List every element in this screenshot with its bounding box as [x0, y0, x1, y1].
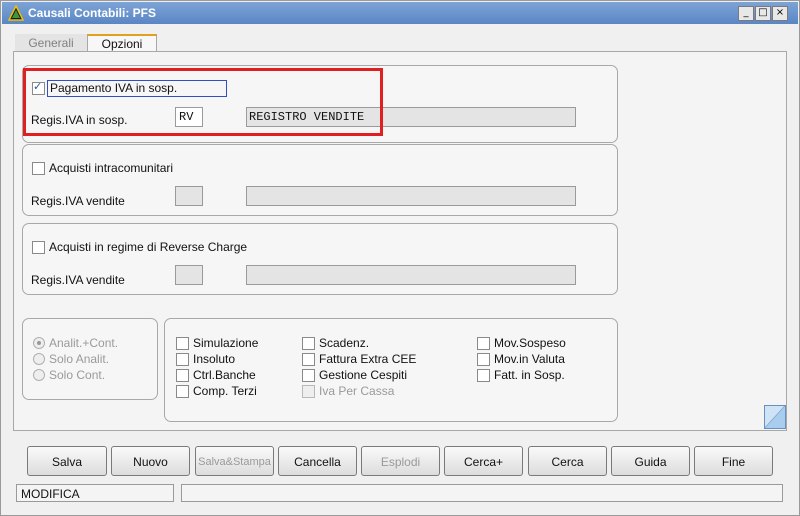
radio-solo-analit-label: Solo Analit. [49, 352, 110, 366]
window-title: Causali Contabili: PFS [28, 6, 157, 20]
guida-button[interactable]: Guida [611, 446, 690, 476]
cerca-plus-button[interactable]: Cerca+ [444, 446, 523, 476]
reverse-charge-label[interactable]: Acquisti in regime di Reverse Charge [49, 240, 247, 254]
mov-in-valuta-label: Mov.in Valuta [494, 352, 565, 366]
tab-generali[interactable]: Generali [15, 34, 87, 52]
gestione-cespiti-checkbox[interactable] [302, 369, 315, 382]
regis-iva-vendite-code-input-1[interactable] [175, 186, 203, 206]
salva-stampa-button: Salva&Stampa [195, 446, 274, 476]
cancella-button[interactable]: Cancella [278, 446, 357, 476]
regis-iva-vendite-code-input-2[interactable] [175, 265, 203, 285]
status-message [181, 484, 783, 502]
reverse-charge-checkbox[interactable] [32, 241, 45, 254]
close-button[interactable]: × [772, 6, 788, 21]
fatt-in-sosp-label: Fatt. in Sosp. [494, 368, 565, 382]
radio-solo-analit[interactable] [33, 353, 45, 365]
app-triangle-icon [8, 5, 24, 21]
regis-iva-vendite-label-1: Regis.IVA vendite [31, 194, 125, 208]
cerca-button[interactable]: Cerca [528, 446, 607, 476]
regis-iva-vendite-desc-field-1 [246, 186, 576, 206]
fine-button[interactable]: Fine [694, 446, 773, 476]
mov-sospeso-label: Mov.Sospeso [494, 336, 566, 350]
insoluto-label: Insoluto [193, 352, 236, 366]
title-bar[interactable]: Causali Contabili: PFS _ □ × [2, 2, 798, 24]
regis-iva-vendite-desc-field-2 [246, 265, 576, 285]
radio-solo-cont[interactable] [33, 369, 45, 381]
fattura-extra-cee-label: Fattura Extra CEE [319, 352, 417, 366]
radio-analit-cont[interactable] [33, 337, 45, 349]
status-mode: MODIFICA [16, 484, 174, 502]
iva-per-cassa-label: Iva Per Cassa [319, 384, 395, 398]
radio-solo-cont-label: Solo Cont. [49, 368, 106, 382]
comp-terzi-label: Comp. Terzi [193, 384, 257, 398]
highlight-box [23, 68, 383, 136]
simulazione-checkbox[interactable] [176, 337, 189, 350]
comp-terzi-checkbox[interactable] [176, 385, 189, 398]
radio-analit-cont-label: Analit.+Cont. [49, 336, 119, 350]
acquisti-intracomunitari-label[interactable]: Acquisti intracomunitari [49, 161, 173, 175]
iva-per-cassa-checkbox [302, 385, 315, 398]
mov-sospeso-checkbox[interactable] [477, 337, 490, 350]
ctrl-banche-label: Ctrl.Banche [193, 368, 256, 382]
restore-button[interactable]: □ [755, 6, 771, 21]
regis-iva-vendite-label-2: Regis.IVA vendite [31, 273, 125, 287]
acquisti-intracomunitari-checkbox[interactable] [32, 162, 45, 175]
ctrl-banche-checkbox[interactable] [176, 369, 189, 382]
esplodi-button: Esplodi [361, 446, 440, 476]
fattura-extra-cee-checkbox[interactable] [302, 353, 315, 366]
simulazione-label: Simulazione [193, 336, 259, 350]
mov-in-valuta-checkbox[interactable] [477, 353, 490, 366]
nuovo-button[interactable]: Nuovo [111, 446, 190, 476]
app-window: Causali Contabili: PFS _ □ × Generali Op… [0, 0, 800, 516]
salva-button[interactable]: Salva [27, 446, 107, 476]
scadenz-checkbox[interactable] [302, 337, 315, 350]
fatt-in-sosp-checkbox[interactable] [477, 369, 490, 382]
minimize-button[interactable]: _ [738, 6, 754, 21]
insoluto-checkbox[interactable] [176, 353, 189, 366]
gestione-cespiti-label: Gestione Cespiti [319, 368, 408, 382]
panel-corner-icon[interactable] [764, 405, 786, 429]
scadenz-label: Scadenz. [319, 336, 370, 350]
